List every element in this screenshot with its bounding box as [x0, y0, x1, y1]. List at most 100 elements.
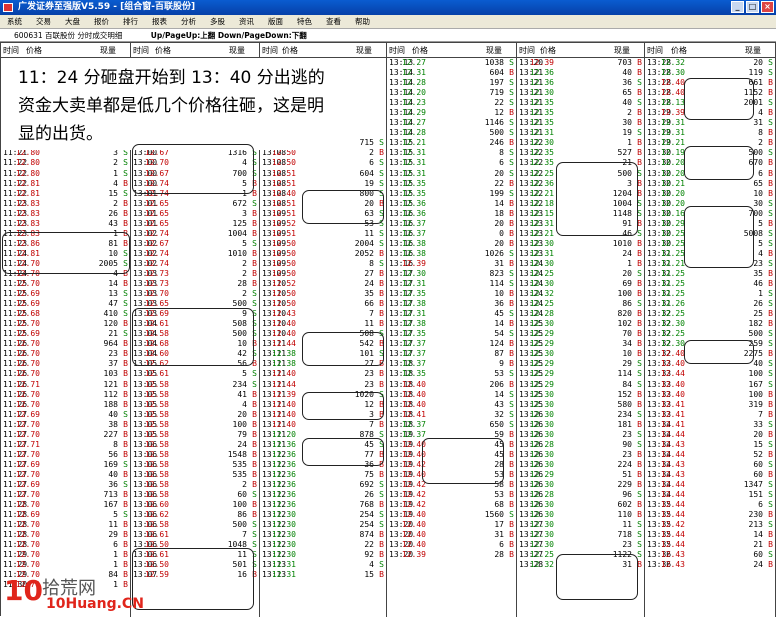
tick-row: 11:27 12.70 713 B: [1, 490, 130, 500]
tick-row: 11:22 12.81 4 B: [1, 179, 130, 189]
menu-item[interactable]: 系统: [0, 15, 29, 28]
tick-volume: 535: [232, 459, 247, 469]
tick-volume: 22: [494, 178, 504, 188]
tick-price: 12.50: [271, 258, 296, 268]
menu-item[interactable]: 报价: [87, 15, 116, 28]
menu-item[interactable]: 特色: [290, 15, 319, 28]
tick-volume: 2: [369, 148, 374, 158]
tick-row: 13:20 12.39 703 B: [517, 58, 644, 68]
tick-row: 11:22 12.80 1 S: [1, 169, 130, 179]
tick-price: 12.20: [401, 88, 426, 98]
highlight-box-13-27: [556, 554, 638, 600]
tick-price: 12.65: [144, 198, 169, 208]
tick-volume: 8: [369, 258, 374, 268]
tick-side: S: [509, 419, 514, 429]
tick-price: 12.40: [271, 188, 296, 198]
paging-hint: Up/PageUp:上翻 Down/PageDown:下翻: [150, 31, 307, 40]
tick-row: 13:35 12.44 14 B: [645, 530, 775, 540]
tick-row: 13:08 12.50 6 S: [260, 158, 386, 168]
tick-volume: 84: [622, 379, 632, 389]
tick-side: S: [509, 329, 514, 339]
tick-side: B: [509, 500, 514, 510]
tick-side: S: [252, 520, 257, 530]
tick-volume: 823: [489, 268, 504, 278]
tick-side: S: [637, 490, 642, 500]
menu-item[interactable]: 排行: [116, 15, 145, 28]
tick-volume: 319: [748, 399, 763, 409]
tick-row: 13:24 12.32 100 B: [517, 289, 644, 299]
tick-volume: 11: [364, 228, 374, 238]
annotation-text: 11：24 分砸盘开始到 13：40 分出逃的资金大卖单都是低几个价格往砸，这是…: [2, 58, 328, 150]
menu-item[interactable]: 版面: [261, 15, 290, 28]
tick-row: 13:33 12.40 100 B: [645, 390, 775, 400]
tick-volume: 8: [113, 439, 118, 449]
tick-price: 12.44: [660, 540, 685, 550]
tick-side: S: [768, 238, 773, 248]
tick-row: 11:25 12.70 120 B: [1, 319, 130, 329]
tick-price: 12.30: [529, 389, 554, 399]
tick-price: 12.25: [660, 268, 685, 278]
tick-volume: 199: [489, 188, 504, 198]
tick-volume: 230: [748, 510, 763, 520]
tick-side: B: [637, 238, 642, 248]
tick-row: 13:27 12.30 23 S: [517, 540, 644, 550]
menu-item[interactable]: 资讯: [232, 15, 261, 28]
tick-side: S: [252, 198, 257, 208]
tick-row: 13:18 12.40 14 S: [387, 390, 516, 400]
tick-row: 13:26 12.30 110 B: [517, 510, 644, 520]
tick-price: 12.36: [271, 459, 296, 469]
menu-item[interactable]: 多股: [203, 15, 232, 28]
tick-volume: 19: [622, 128, 632, 138]
tick-row: 13:02 12.67 5 S: [131, 239, 259, 249]
tick-volume: 254: [359, 520, 374, 530]
tick-price: 12.25: [660, 238, 685, 248]
tick-row: 13:13 12.27 1038 S: [387, 58, 516, 68]
menu-item[interactable]: 交易: [29, 15, 58, 28]
tick-side: B: [123, 429, 128, 439]
minimize-button[interactable]: _: [731, 1, 744, 13]
tick-price: 12.83: [15, 198, 40, 208]
tick-row: 13:25 12.30 102 B: [517, 319, 644, 329]
close-button[interactable]: ×: [761, 1, 774, 13]
tick-side: B: [637, 279, 642, 289]
tick-volume: 60: [753, 469, 763, 479]
tick-row: 13:30 12.21 65 B: [645, 179, 775, 189]
logo-url: 10Huang.CN: [46, 596, 144, 612]
tick-price: 12.30: [529, 349, 554, 359]
tick-side: B: [768, 540, 773, 550]
tick-price: 12.58: [144, 479, 169, 489]
tick-price: 12.29: [529, 339, 554, 349]
tick-row: 13:09 12.50 2004 S: [260, 239, 386, 249]
tick-price: 12.31: [271, 560, 296, 570]
tick-row: 13:20 12.40 31 B: [387, 530, 516, 540]
tick-volume: 6: [369, 158, 374, 168]
tick-volume: 40: [622, 68, 632, 78]
tick-side: S: [379, 158, 384, 168]
tick-volume: 37: [108, 359, 118, 369]
tick-side: B: [252, 228, 257, 238]
tick-side: B: [379, 469, 384, 479]
tick-volume: 25: [753, 309, 763, 319]
tick-row: 13:06 12.61 7 S: [131, 530, 259, 540]
tick-volume: 20: [237, 409, 247, 419]
tick-price: 12.31: [401, 158, 426, 168]
tick-volume: 47: [108, 299, 118, 309]
tick-price: 12.62: [144, 510, 169, 520]
tick-side: B: [123, 379, 128, 389]
menu-item[interactable]: 查看: [319, 15, 348, 28]
menu-item[interactable]: 分析: [174, 15, 203, 28]
maximize-button[interactable]: □: [746, 1, 759, 13]
tick-price: 12.35: [401, 188, 426, 198]
tick-price: 12.70: [144, 289, 169, 299]
tick-price: 12.51: [271, 168, 296, 178]
tick-price: 12.36: [271, 439, 296, 449]
menu-item[interactable]: 大盘: [58, 15, 87, 28]
tick-row: 13:18 12.40 43 S: [387, 400, 516, 410]
tick-volume: 20: [494, 168, 504, 178]
tick-volume: 17: [494, 520, 504, 530]
tick-volume: 15: [108, 188, 118, 198]
menu-item[interactable]: 报表: [145, 15, 174, 28]
header-price: 价格: [282, 46, 298, 55]
menu-item[interactable]: 帮助: [348, 15, 377, 28]
tick-side: S: [768, 459, 773, 469]
